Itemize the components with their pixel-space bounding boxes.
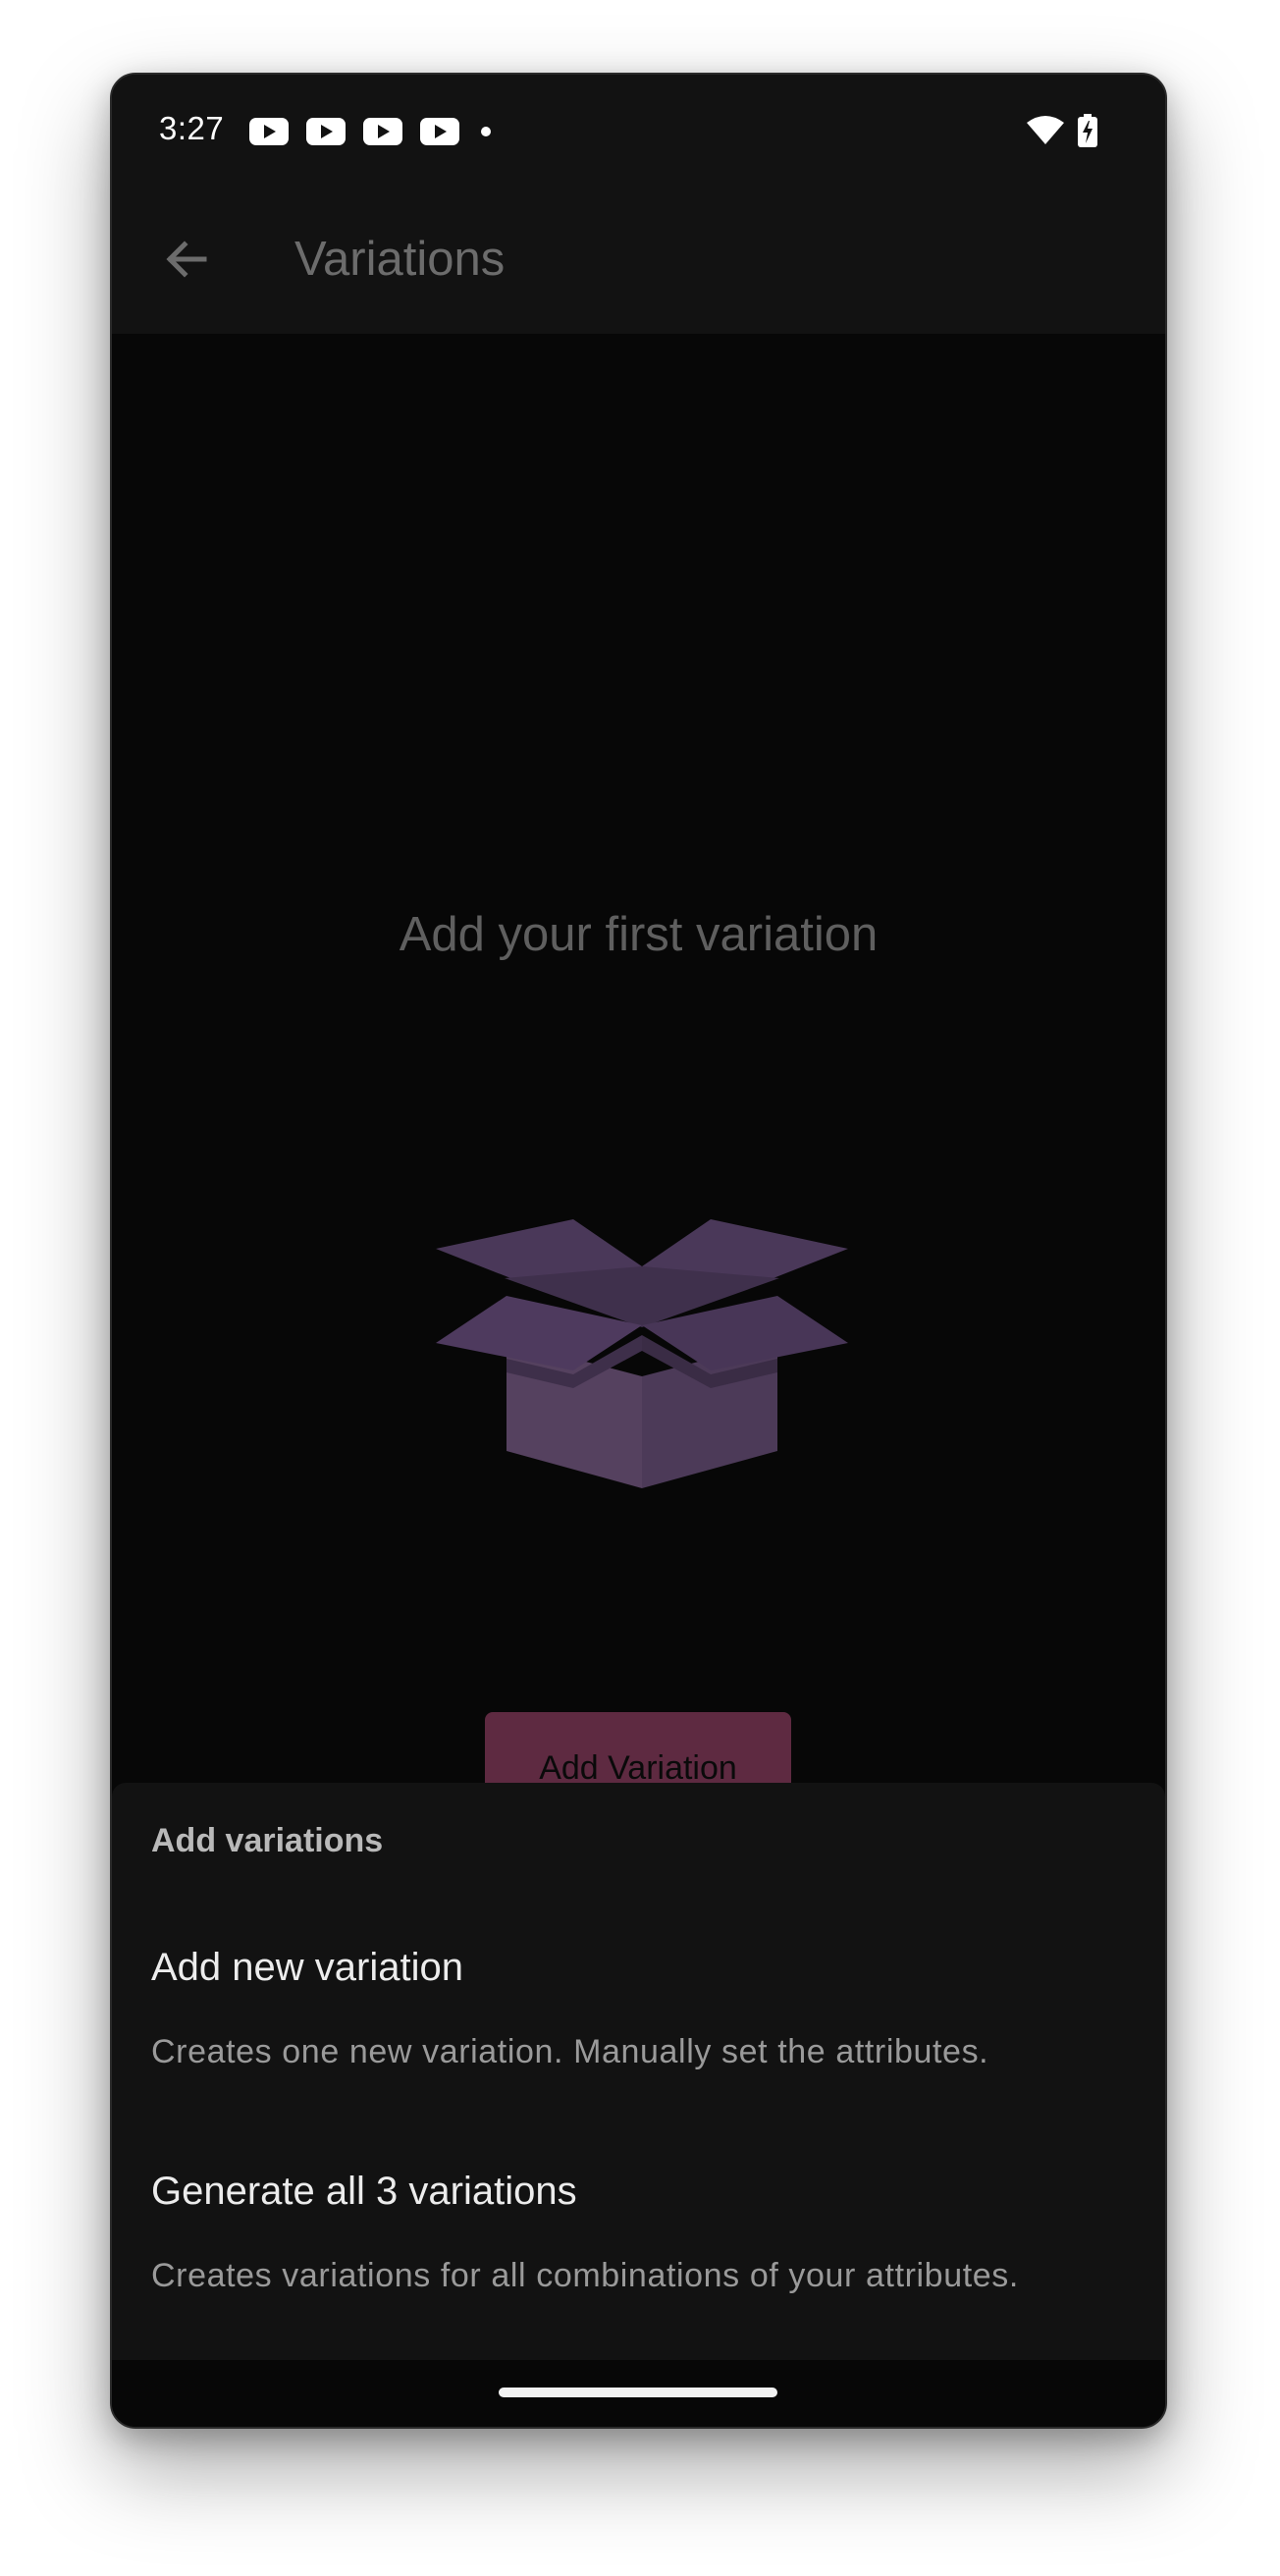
notification-dot-icon [481, 127, 491, 136]
notification-icons [249, 118, 491, 145]
youtube-icon [249, 118, 289, 145]
status-time: 3:27 [159, 110, 225, 146]
option-title: Add new variation [151, 1946, 463, 1989]
app-bar [112, 185, 1165, 334]
youtube-icon [363, 118, 402, 145]
page-title: Variations [294, 233, 506, 286]
option-description: Creates one new variation. Manually set … [151, 2033, 989, 2070]
system-icons [1026, 114, 1098, 147]
empty-state-title: Add your first variation [399, 908, 879, 961]
sheet-heading: Add variations [151, 1822, 384, 1859]
open-box-icon [436, 1219, 848, 1488]
generate-all-variations-option[interactable]: Generate all 3 variations Creates variat… [151, 2170, 1126, 2295]
youtube-icon [420, 118, 459, 145]
phone-screen: 3:27 Variations Add your first variation… [110, 73, 1167, 2429]
status-bar: 3:27 [112, 75, 1165, 185]
arrow-back-icon[interactable] [155, 228, 218, 291]
battery-charging-icon [1078, 114, 1097, 147]
bottom-sheet: Add variations Add new variation Creates… [112, 1783, 1165, 2360]
option-description: Creates variations for all combinations … [151, 2257, 1019, 2294]
add-new-variation-option[interactable]: Add new variation Creates one new variat… [151, 1946, 1126, 2071]
home-indicator[interactable] [499, 2388, 777, 2397]
option-title: Generate all 3 variations [151, 2170, 577, 2213]
wifi-icon [1027, 116, 1064, 144]
youtube-icon [306, 118, 346, 145]
navigation-bar [112, 2360, 1165, 2427]
